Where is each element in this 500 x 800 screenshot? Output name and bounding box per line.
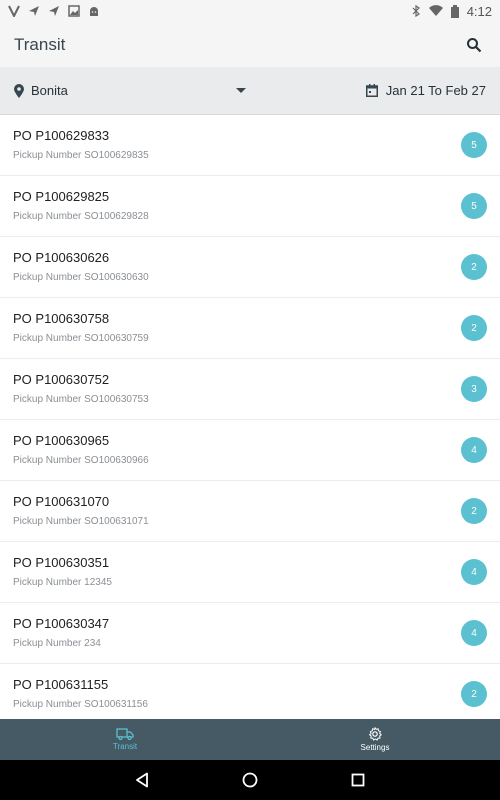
- recents-icon: [351, 773, 365, 787]
- count-badge: 2: [461, 315, 487, 341]
- gear-icon: [368, 727, 382, 741]
- status-bar: 4:12: [0, 0, 500, 22]
- nav-item-transit[interactable]: Transit: [0, 719, 250, 760]
- back-icon: [136, 772, 148, 788]
- po-number: PO P100630626: [13, 250, 110, 265]
- battery-icon: [450, 4, 459, 18]
- send-icon: [49, 6, 59, 16]
- location-pin-icon: [14, 83, 24, 98]
- po-number: PO P100630347: [13, 616, 110, 631]
- system-status: 4:12: [411, 4, 492, 19]
- pickup-number: Pickup Number 234: [13, 638, 101, 649]
- po-number: PO P100631155: [13, 677, 109, 692]
- wifi-icon: [428, 5, 443, 17]
- pickup-number: Pickup Number SO100631156: [13, 699, 148, 710]
- list-item[interactable]: PO P100629833 Pickup Number SO100629835 …: [0, 115, 500, 175]
- send-icon: [29, 6, 39, 16]
- count-badge: 5: [461, 132, 487, 158]
- home-icon: [242, 772, 258, 788]
- list-item[interactable]: PO P100630351 Pickup Number 12345 4: [0, 542, 500, 602]
- po-number: PO P100630758: [13, 311, 110, 326]
- home-button[interactable]: [236, 766, 264, 794]
- bluetooth-icon: [412, 5, 420, 17]
- nav-item-settings[interactable]: Settings: [250, 719, 500, 760]
- pickup-number: Pickup Number SO100631071: [13, 516, 149, 527]
- app-bar: Transit: [0, 22, 500, 67]
- count-badge: 4: [461, 437, 487, 463]
- pickup-number: Pickup Number SO100630759: [13, 333, 149, 344]
- location-label: Bonita: [31, 83, 68, 98]
- po-number: PO P100629825: [13, 189, 110, 204]
- count-badge: 5: [461, 193, 487, 219]
- filter-bar: Bonita Jan 21 To Feb 27: [0, 67, 500, 115]
- date-range-picker[interactable]: Jan 21 To Feb 27: [365, 83, 486, 98]
- recents-button[interactable]: [344, 766, 372, 794]
- clock: 4:12: [466, 3, 492, 19]
- dropdown-arrow-icon: [236, 87, 246, 93]
- image-icon: [68, 5, 80, 17]
- count-badge: 4: [461, 620, 487, 646]
- count-badge: 2: [461, 254, 487, 280]
- v-icon: [8, 5, 20, 17]
- po-number: PO P100631070: [13, 494, 110, 509]
- pickup-number: Pickup Number 12345: [13, 577, 112, 588]
- notification-icons: [8, 5, 100, 17]
- count-badge: 4: [461, 559, 487, 585]
- search-button[interactable]: [462, 33, 486, 57]
- calendar-icon: [365, 84, 378, 97]
- po-number: PO P100630351: [13, 555, 110, 570]
- pickup-number: Pickup Number SO100630966: [13, 455, 149, 466]
- count-badge: 2: [461, 681, 487, 707]
- nav-label-settings: Settings: [360, 743, 390, 752]
- list-item[interactable]: PO P100630965 Pickup Number SO100630966 …: [0, 420, 500, 480]
- po-number: PO P100629833: [13, 128, 110, 143]
- android-icon: [90, 7, 98, 16]
- transit-list: PO P100629833 Pickup Number SO100629835 …: [0, 115, 500, 719]
- truck-icon: [116, 728, 134, 740]
- po-number: PO P100630965: [13, 433, 110, 448]
- pickup-number: Pickup Number SO100630753: [13, 394, 149, 405]
- list-item[interactable]: PO P100630752 Pickup Number SO100630753 …: [0, 359, 500, 419]
- count-badge: 3: [461, 376, 487, 402]
- count-badge: 2: [461, 498, 487, 524]
- pickup-number: Pickup Number SO100629828: [13, 211, 149, 222]
- nav-label-transit: Transit: [112, 742, 138, 751]
- system-nav-bar: [0, 760, 500, 800]
- list-item[interactable]: PO P100630347 Pickup Number 234 4: [0, 603, 500, 663]
- list-item[interactable]: PO P100630626 Pickup Number SO100630630 …: [0, 237, 500, 297]
- location-dropdown[interactable]: Bonita: [14, 83, 246, 98]
- pickup-number: Pickup Number SO100630630: [13, 272, 149, 283]
- back-button[interactable]: [128, 766, 156, 794]
- date-range-label: Jan 21 To Feb 27: [385, 83, 486, 98]
- list-item[interactable]: PO P100629825 Pickup Number SO100629828 …: [0, 176, 500, 236]
- list-item[interactable]: PO P100630758 Pickup Number SO100630759 …: [0, 298, 500, 358]
- po-number: PO P100630752: [13, 372, 110, 387]
- list-item[interactable]: PO P100631070 Pickup Number SO100631071 …: [0, 481, 500, 541]
- bottom-nav: Transit Settings: [0, 719, 500, 760]
- search-icon: [467, 37, 482, 52]
- list-item[interactable]: PO P100631155 Pickup Number SO100631156 …: [0, 664, 500, 719]
- pickup-number: Pickup Number SO100629835: [13, 150, 149, 161]
- page-title: Transit: [14, 34, 66, 54]
